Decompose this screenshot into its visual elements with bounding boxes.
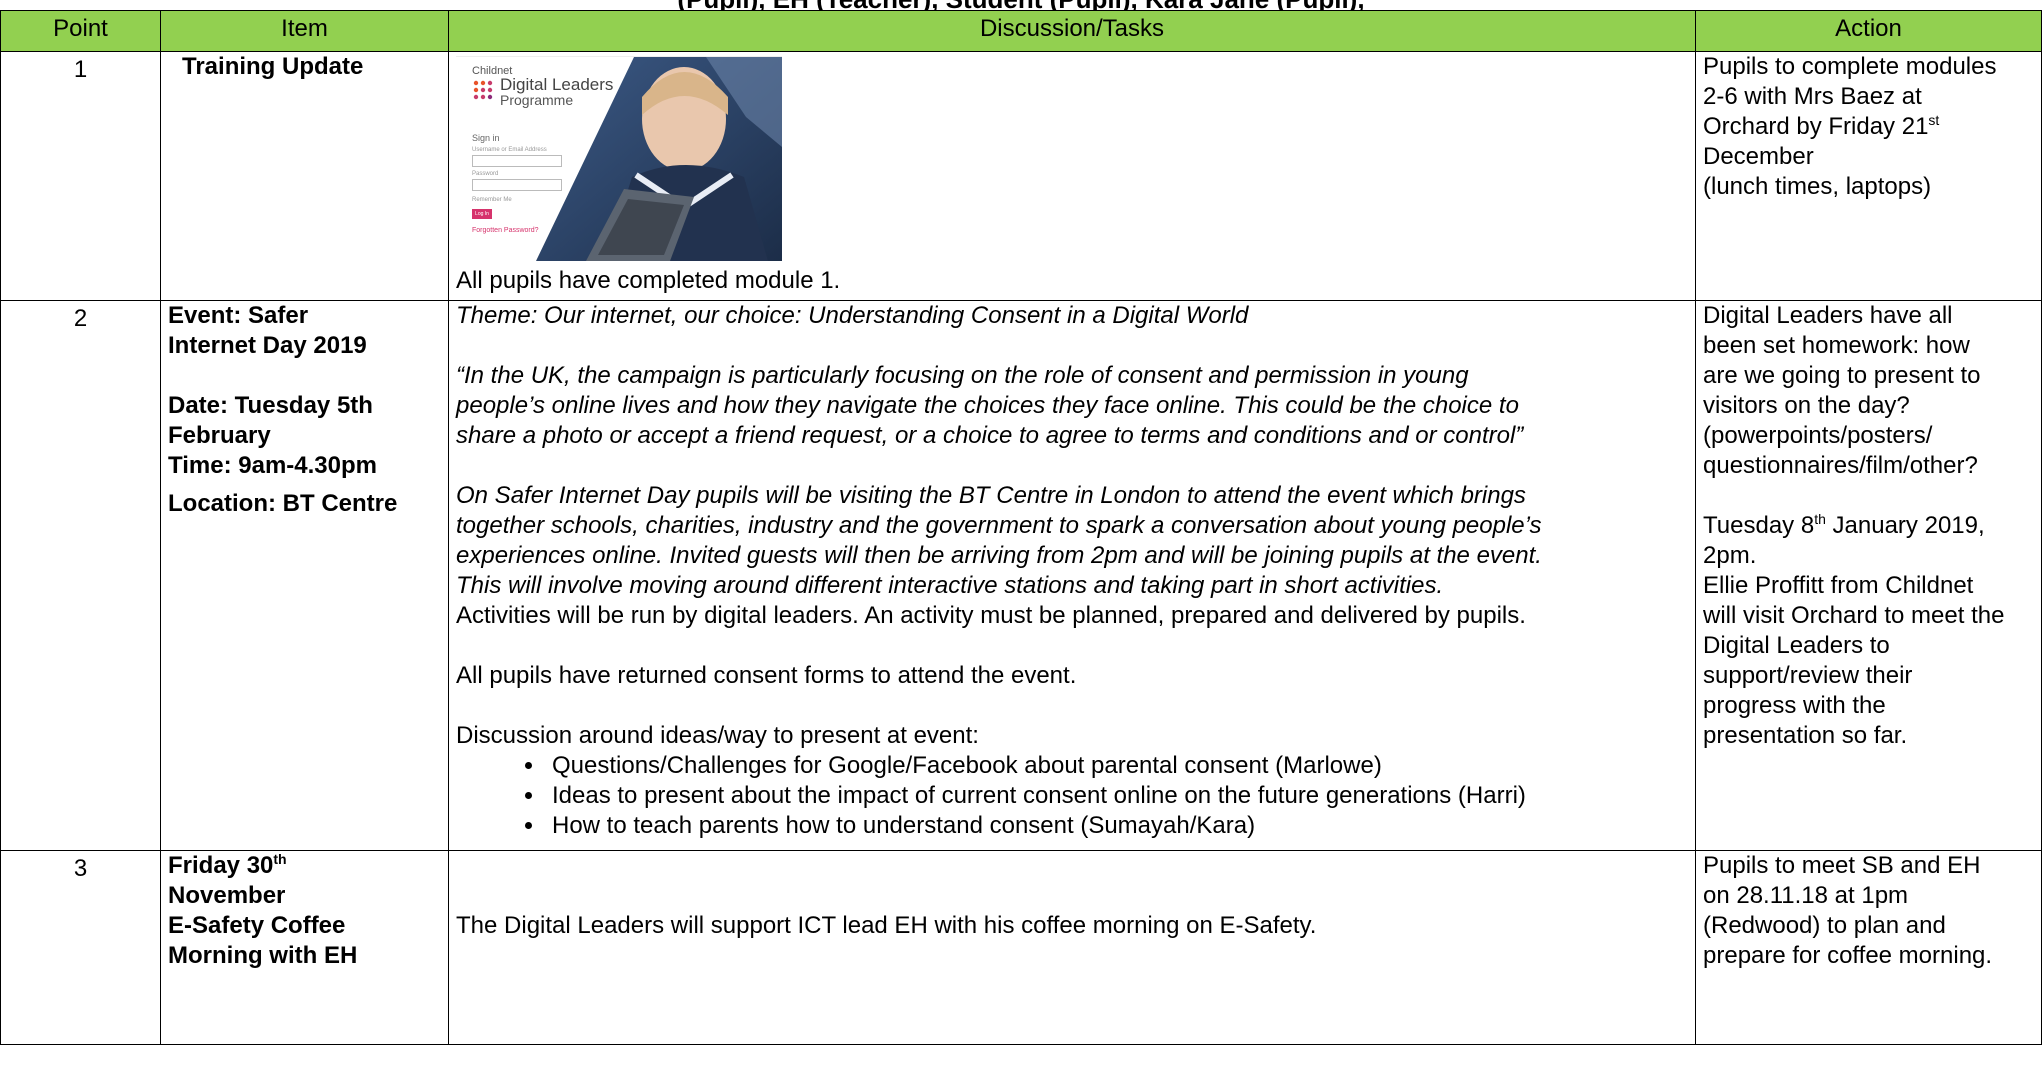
action-line: Pupils to meet SB and EH xyxy=(1703,852,1981,879)
action-cell: Digital Leaders have all been set homewo… xyxy=(1695,300,2042,851)
header-discussion: Discussion/Tasks xyxy=(448,10,1696,52)
action-line: visitors on the day? xyxy=(1703,392,1910,419)
item-date-line: Date: Tuesday 5th xyxy=(168,392,373,419)
action-line: (Redwood) to plan and xyxy=(1703,912,1946,939)
item-line: E-Safety Coffee xyxy=(168,912,346,939)
digital-leaders-screenshot-image: Childnet Digital Leaders Programme Sign … xyxy=(456,56,782,261)
list-item: Ideas to present about the impact of cur… xyxy=(546,781,1688,811)
list-item: How to teach parents how to understand c… xyxy=(546,811,1688,841)
item-cell: Training Update xyxy=(160,51,449,301)
item-location: Location: BT Centre xyxy=(168,490,398,517)
action-line: prepare for coffee morning. xyxy=(1703,942,1993,969)
action-line: Tuesday 8th January 2019, xyxy=(1703,511,1985,539)
item-title: Training Update xyxy=(182,53,364,80)
action-line: Pupils to complete modules xyxy=(1703,53,1997,80)
header-row: Point Item Discussion/Tasks Action xyxy=(0,10,2042,52)
header-action: Action xyxy=(1695,10,2042,52)
item-line: Morning with EH xyxy=(168,942,358,969)
header-item: Item xyxy=(160,10,449,52)
item-date-line: February xyxy=(168,422,271,449)
action-line: Digital Leaders have all xyxy=(1703,302,1953,329)
discussion-cell: Childnet Digital Leaders Programme Sign … xyxy=(448,51,1696,301)
password-field xyxy=(472,179,562,191)
item-time: Time: 9am-4.30pm xyxy=(168,452,377,479)
event-description-line: This will involve moving around differen… xyxy=(456,572,1444,599)
username-field xyxy=(472,155,562,167)
table-row: 3 Friday 30th November E-Safety Coffee M… xyxy=(0,850,2042,1045)
event-description-line: On Safer Internet Day pupils will be vis… xyxy=(456,482,1526,509)
item-cell: Event: Safer Internet Day 2019 Date: Tue… xyxy=(160,300,449,851)
quote-line: people’s online lives and how they navig… xyxy=(456,392,1519,419)
forgot-password-link: Forgotten Password? xyxy=(472,227,539,234)
item-event-line: Event: Safer xyxy=(168,302,309,329)
action-line: Ellie Proffitt from Childnet xyxy=(1703,572,1974,599)
activities-text: Activities will be run by digital leader… xyxy=(456,602,1526,629)
discussion-cell: Theme: Our internet, our choice: Underst… xyxy=(448,300,1696,851)
item-date-line: Friday 30th xyxy=(168,851,287,879)
consent-text: All pupils have returned consent forms t… xyxy=(456,662,1077,689)
table-row: 2 Event: Safer Internet Day 2019 Date: T… xyxy=(0,300,2042,851)
point-cell: 3 xyxy=(0,850,161,1045)
ideas-list: Questions/Challenges for Google/Facebook… xyxy=(456,751,1688,841)
action-cell: Pupils to complete modules 2-6 with Mrs … xyxy=(1695,51,2042,301)
discussion-text: The Digital Leaders will support ICT lea… xyxy=(456,912,1317,939)
clipped-attendees-title: (Pupil), EH (Teacher), Student (Pupil), … xyxy=(0,0,2042,10)
ideas-intro: Discussion around ideas/way to present a… xyxy=(456,722,979,749)
remember-label: Remember Me xyxy=(472,197,512,203)
action-line: 2pm. xyxy=(1703,542,1757,569)
event-description-line: together schools, charities, industry an… xyxy=(456,512,1542,539)
point-cell: 1 xyxy=(0,51,161,301)
login-button: Log In xyxy=(472,209,492,219)
minutes-table: Point Item Discussion/Tasks Action 1 Tra… xyxy=(0,10,2042,1045)
action-line: Digital Leaders to xyxy=(1703,632,1890,659)
action-line: progress with the xyxy=(1703,692,1886,719)
brand-subtitle: Programme xyxy=(500,92,574,108)
header-point: Point xyxy=(0,10,161,52)
logo-dots-icon xyxy=(473,80,493,100)
table-row: 1 Training Update Childnet Digital Leade… xyxy=(0,51,2042,301)
action-line: (lunch times, laptops) xyxy=(1703,173,1932,200)
discussion-text: All pupils have completed module 1. xyxy=(456,267,841,294)
action-line: (powerpoints/posters/ xyxy=(1703,422,1933,449)
action-line: will visit Orchard to meet the xyxy=(1703,602,2005,629)
action-line: are we going to present to xyxy=(1703,362,1981,389)
password-label: Password xyxy=(472,171,499,177)
quote-line: “In the UK, the campaign is particularly… xyxy=(456,362,1469,389)
action-cell: Pupils to meet SB and EH on 28.11.18 at … xyxy=(1695,850,2042,1045)
event-description-line: experiences online. Invited guests will … xyxy=(456,542,1542,569)
action-line: support/review their xyxy=(1703,662,1913,689)
action-line: on 28.11.18 at 1pm xyxy=(1703,882,1909,909)
action-line: been set homework: how xyxy=(1703,332,1970,359)
list-item: Questions/Challenges for Google/Facebook… xyxy=(546,751,1688,781)
action-line: questionnaires/film/other? xyxy=(1703,452,1978,479)
theme-text: Theme: Our internet, our choice: Underst… xyxy=(456,302,1249,329)
quote-line: share a photo or accept a friend request… xyxy=(456,422,1524,449)
action-line: presentation so far. xyxy=(1703,722,1908,749)
item-line: November xyxy=(168,882,286,909)
discussion-cell: The Digital Leaders will support ICT lea… xyxy=(448,850,1696,1045)
signin-label: Sign in xyxy=(472,133,500,143)
item-event-line: Internet Day 2019 xyxy=(168,332,367,359)
action-line: December xyxy=(1703,143,1814,170)
item-cell: Friday 30th November E-Safety Coffee Mor… xyxy=(160,850,449,1045)
action-line: 2-6 with Mrs Baez at xyxy=(1703,83,1922,110)
action-line: Orchard by Friday 21st xyxy=(1703,112,1940,140)
point-cell: 2 xyxy=(0,300,161,851)
username-label: Username or Email Address xyxy=(472,147,547,153)
